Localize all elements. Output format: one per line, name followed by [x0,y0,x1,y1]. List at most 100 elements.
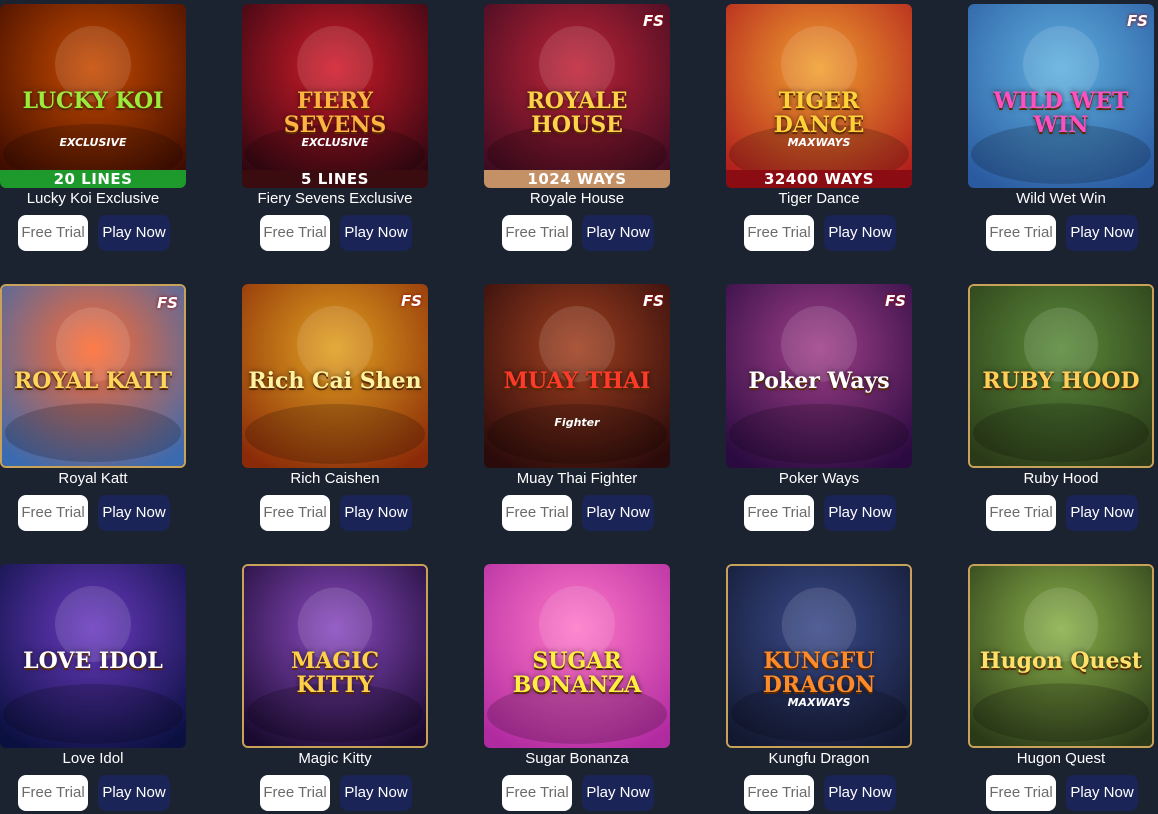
play-now-button[interactable]: Play Now [824,495,896,531]
game-card: Hugon Quest Hugon Quest Free Trial Play Now [968,560,1154,812]
free-trial-button[interactable]: Free Trial [744,495,814,531]
game-art-title: MUAY THAI [503,367,651,394]
game-art-title: MAGIC KITTY [290,647,379,698]
game-name: Sugar Bonanza [525,750,629,767]
game-name: Muay Thai Fighter [516,470,638,487]
game-grid: LUCKY KOI EXCLUSIVE 20 LINES Lucky Koi Excl… [0,0,1158,814]
game-name: Poker Ways [778,470,860,487]
free-trial-button[interactable]: Free Trial [744,775,814,811]
game-card: WILD WET WIN FS Wild Wet Win Free Trial Play… [968,0,1154,252]
free-trial-button[interactable]: Free Trial [18,215,88,251]
game-card: Rich Cai Shen FS Rich Caishen Free Trial Pla… [242,280,428,532]
free-trial-button[interactable]: Free Trial [502,215,572,251]
free-trial-button[interactable]: Free Trial [260,495,330,531]
game-art-title: Poker Ways [748,367,890,394]
game-art-title: WILD WET WIN [993,87,1129,138]
game-card: KUNGFU DRAGON MAXWAYS Kungfu Dragon Free Tr… [726,560,912,812]
fs-badge: FS [1126,12,1148,30]
game-banner: 5 LINES [242,170,428,188]
game-art-title: Rich Cai Shen [248,367,422,394]
free-trial-button[interactable]: Free Trial [260,215,330,251]
game-thumbnail[interactable]: Rich Cai Shen FS [242,284,428,468]
game-name: Ruby Hood [1023,470,1099,487]
free-trial-button[interactable]: Free Trial [18,495,88,531]
game-art-title: TIGER DANCE [773,87,865,138]
fs-badge: FS [156,294,178,312]
play-now-button[interactable]: Play Now [582,775,654,811]
game-name: Love Idol [62,750,124,767]
play-now-button[interactable]: Play Now [824,215,896,251]
game-card: MAGIC KITTY Magic Kitty Free Trial Play Now [242,560,428,812]
fs-badge: FS [642,292,664,310]
game-thumbnail[interactable]: Hugon Quest [968,564,1154,748]
game-thumbnail[interactable]: RUBY HOOD [968,284,1154,468]
game-name: Magic Kitty [298,750,372,767]
game-thumbnail[interactable]: FIERY SEVENS EXCLUSIVE 5 LINES [242,4,428,188]
game-thumbnail[interactable]: ROYALE HOUSE FS 1024 WAYS [484,4,670,188]
play-now-button[interactable]: Play Now [98,215,170,251]
game-art-title: RUBY HOOD [982,367,1140,394]
game-banner: 32400 WAYS [726,170,912,188]
game-thumbnail[interactable]: ROYAL KATT FS [0,284,186,468]
game-art-title: ROYAL KATT [14,367,172,394]
play-now-button[interactable]: Play Now [340,775,412,811]
free-trial-button[interactable]: Free Trial [744,215,814,251]
free-trial-button[interactable]: Free Trial [18,775,88,811]
game-banner: 20 LINES [0,170,186,188]
free-trial-button[interactable]: Free Trial [502,495,572,531]
game-art-title: ROYALE HOUSE [526,87,628,138]
game-name: Royale House [529,190,625,207]
game-thumbnail[interactable]: LOVE IDOL [0,564,186,748]
game-thumbnail[interactable]: MAGIC KITTY [242,564,428,748]
game-art-subtitle: Fighter [554,416,600,430]
game-art-subtitle: EXCLUSIVE [301,136,369,150]
game-card: ROYALE HOUSE FS 1024 WAYS Royale House Free … [484,0,670,252]
game-card: SUGAR BONANZA Sugar Bonanza Free Trial Play… [484,560,670,812]
game-name: Tiger Dance [778,190,860,207]
game-art-title: FIERY SEVENS [283,87,387,138]
game-thumbnail[interactable]: MUAY THAI Fighter FS [484,284,670,468]
game-art-subtitle: MAXWAYS [787,695,851,709]
game-card: LOVE IDOL Love Idol Free Trial Play Now [0,560,186,812]
game-art-subtitle: EXCLUSIVE [59,136,127,150]
game-thumbnail[interactable]: LUCKY KOI EXCLUSIVE 20 LINES [0,4,186,188]
play-now-button[interactable]: Play Now [1066,215,1138,251]
game-card: Poker Ways FS Poker Ways Free Trial Play Now [726,280,912,532]
free-trial-button[interactable]: Free Trial [986,775,1056,811]
game-thumbnail[interactable]: Poker Ways FS [726,284,912,468]
game-name: Wild Wet Win [1016,190,1106,207]
game-art-subtitle: MAXWAYS [787,136,851,150]
game-thumbnail[interactable]: KUNGFU DRAGON MAXWAYS [726,564,912,748]
game-name: Lucky Koi Exclusive [26,190,160,207]
game-thumbnail[interactable]: TIGER DANCE MAXWAYS 32400 WAYS [726,4,912,188]
game-card: FIERY SEVENS EXCLUSIVE 5 LINES Fiery Sevens… [242,0,428,252]
play-now-button[interactable]: Play Now [1066,775,1138,811]
game-name: Hugon Quest [1016,750,1106,767]
free-trial-button[interactable]: Free Trial [260,775,330,811]
free-trial-button[interactable]: Free Trial [986,215,1056,251]
play-now-button[interactable]: Play Now [340,495,412,531]
game-card: LUCKY KOI EXCLUSIVE 20 LINES Lucky Koi Excl… [0,0,186,252]
game-thumbnail[interactable]: SUGAR BONANZA [484,564,670,748]
fs-badge: FS [400,292,422,310]
game-art-title: SUGAR BONANZA [512,647,642,698]
game-art-title: KUNGFU DRAGON [762,647,876,698]
play-now-button[interactable]: Play Now [340,215,412,251]
play-now-button[interactable]: Play Now [582,495,654,531]
game-name: Rich Caishen [290,470,380,487]
game-name: Fiery Sevens Exclusive [257,190,413,207]
free-trial-button[interactable]: Free Trial [986,495,1056,531]
game-card: ROYAL KATT FS Royal Katt Free Trial Play Now [0,280,186,532]
play-now-button[interactable]: Play Now [98,495,170,531]
game-card: MUAY THAI Fighter FS Muay Thai Fighter Free … [484,280,670,532]
game-name: Royal Katt [58,470,128,487]
play-now-button[interactable]: Play Now [1066,495,1138,531]
game-card: RUBY HOOD Ruby Hood Free Trial Play Now [968,280,1154,532]
play-now-button[interactable]: Play Now [582,215,654,251]
game-thumbnail[interactable]: WILD WET WIN FS [968,4,1154,188]
play-now-button[interactable]: Play Now [98,775,170,811]
game-art-title: LOVE IDOL [23,647,163,674]
play-now-button[interactable]: Play Now [824,775,896,811]
game-art-title: LUCKY KOI [22,87,164,114]
free-trial-button[interactable]: Free Trial [502,775,572,811]
